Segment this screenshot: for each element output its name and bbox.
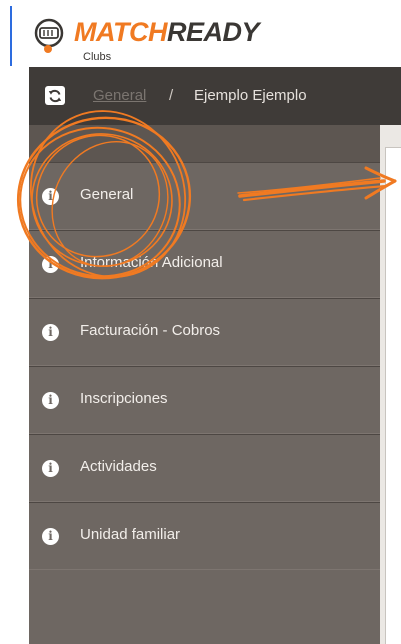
- sidebar-item-actividades[interactable]: i Actividades: [29, 434, 380, 502]
- sidebar-item-label: Actividades: [80, 458, 157, 475]
- breadcrumb-link-general[interactable]: General: [93, 87, 146, 104]
- breadcrumb-separator: /: [169, 87, 174, 104]
- sidebar-item-label: Información Adicional: [80, 254, 223, 271]
- sidebar-item-unidad-familiar[interactable]: i Unidad familiar: [29, 502, 380, 570]
- brand-name: MATCHREADY: [74, 17, 260, 48]
- sidebar-item-label: Facturación - Cobros: [80, 322, 221, 339]
- info-icon: i: [42, 460, 59, 477]
- brand-subtitle: Clubs: [83, 51, 112, 63]
- sidebar-top-strip: [29, 125, 380, 162]
- sidebar-item-informacion-adicional[interactable]: i Información Adicional: [29, 230, 380, 298]
- sidebar-item-label: Unidad familiar: [80, 526, 181, 543]
- info-icon: i: [42, 324, 59, 341]
- app-header: MATCHREADY Clubs: [0, 0, 401, 67]
- sidebar-item-label: General: [80, 186, 134, 203]
- info-icon: i: [42, 528, 59, 545]
- breadcrumb: General / Ejemplo Ejemplo: [29, 67, 401, 125]
- brand-name-part2: READY: [166, 17, 260, 47]
- breadcrumb-current: Ejemplo Ejemplo: [194, 87, 307, 104]
- matchready-logo[interactable]: MATCHREADY Clubs: [34, 15, 354, 65]
- info-icon: i: [42, 256, 59, 273]
- sidebar-item-label: Inscripciones: [80, 390, 168, 407]
- info-icon: i: [42, 188, 59, 205]
- ticket-logo-icon: [34, 18, 64, 53]
- refresh-icon: [48, 89, 62, 102]
- info-icon: i: [42, 392, 59, 409]
- sidebar-item-general[interactable]: i General: [29, 162, 380, 230]
- content-panel: [385, 147, 401, 644]
- focus-edge-line: [10, 6, 12, 66]
- sidebar-item-facturacion-cobros[interactable]: i Facturación - Cobros: [29, 298, 380, 366]
- sidebar-item-inscripciones[interactable]: i Inscripciones: [29, 366, 380, 434]
- brand-name-part1: MATCH: [74, 17, 167, 47]
- refresh-button[interactable]: [45, 86, 65, 105]
- sidebar: i General i Información Adicional i Fact…: [29, 125, 380, 644]
